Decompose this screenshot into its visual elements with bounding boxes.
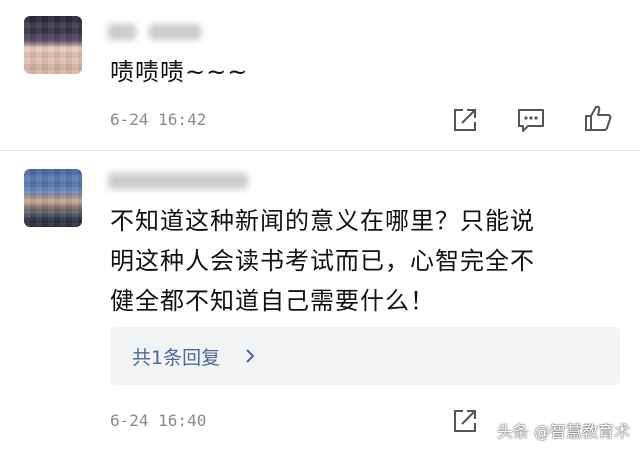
username-blurred[interactable] bbox=[108, 24, 202, 42]
watermark: 头条 @智慧教育术 bbox=[496, 422, 630, 441]
thumbs-up-icon bbox=[585, 105, 612, 131]
comment-text-line: 明这种人会读书考试而已，心智完全不 bbox=[110, 247, 535, 275]
comment-text-line: 健全都不知道自己需要什么！ bbox=[110, 287, 435, 315]
comment-time: 6-24 16:42 bbox=[110, 110, 207, 129]
chevron-right-icon bbox=[246, 349, 255, 363]
like-button[interactable] bbox=[583, 103, 613, 133]
comment-text: 啧啧啧~~~ bbox=[110, 58, 249, 86]
comment-text: 不知道这种新闻的意义在哪里？只能说 明这种人会读书考试而已，心智完全不 健全都不… bbox=[110, 201, 610, 321]
share-icon bbox=[454, 109, 476, 131]
comment-text-line: 不知道这种新闻的意义在哪里？只能说 bbox=[110, 207, 535, 235]
view-replies-button[interactable]: 共1条回复 bbox=[110, 327, 620, 385]
comment-item: 啧啧啧~~~ 6-24 16:42 bbox=[0, 0, 640, 150]
comment-item: 不知道这种新闻的意义在哪里？只能说 明这种人会读书考试而已，心智完全不 健全都不… bbox=[0, 150, 640, 455]
username-blurred[interactable] bbox=[108, 173, 248, 191]
comment-time: 6-24 16:40 bbox=[110, 411, 207, 430]
avatar[interactable] bbox=[24, 169, 82, 227]
share-button[interactable] bbox=[450, 406, 480, 436]
avatar[interactable] bbox=[24, 16, 82, 74]
reply-button[interactable] bbox=[516, 105, 546, 135]
replies-count-label: 共1条回复 bbox=[132, 347, 221, 369]
share-button[interactable] bbox=[450, 105, 480, 135]
share-icon bbox=[454, 410, 476, 432]
comment-icon bbox=[518, 109, 544, 132]
